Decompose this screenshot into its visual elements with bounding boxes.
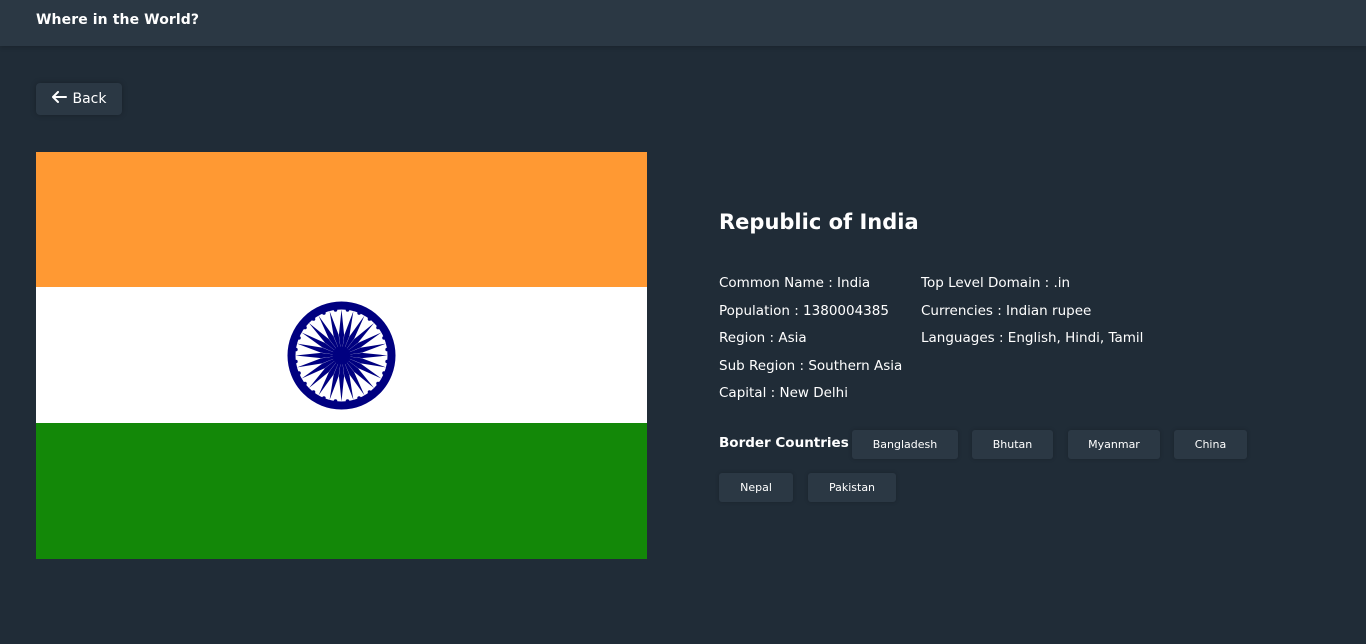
border-country-pakistan[interactable]: Pakistan: [808, 473, 896, 502]
common-name: Common Name : India: [719, 275, 871, 291]
arrow-left-icon: [51, 90, 67, 106]
ashoka-chakra: [287, 301, 396, 410]
sub-region: Sub Region : Southern Asia: [719, 357, 903, 374]
border-country-nepal[interactable]: Nepal: [719, 473, 793, 502]
border-country-bhutan[interactable]: Bhutan: [972, 430, 1053, 459]
country-flag: [36, 152, 647, 559]
border-country-bangladesh[interactable]: Bangladesh: [852, 430, 958, 459]
app-header: Where in the World?: [0, 0, 1366, 46]
border-countries-label: Border Countries :: [719, 435, 859, 451]
border-country-china[interactable]: China: [1174, 430, 1247, 459]
top-level-domain: Top Level Domain : .in: [921, 275, 1071, 291]
flag-image: [36, 152, 647, 559]
border-country-myanmar[interactable]: Myanmar: [1068, 430, 1160, 459]
population: Population : 1380004385: [719, 302, 889, 319]
app-title: Where in the World?: [36, 12, 200, 28]
languages: Languages : English, Hindi, Tamil: [921, 330, 1144, 346]
back-button[interactable]: Back: [36, 83, 122, 115]
country-name: Republic of India: [719, 210, 919, 234]
details-left-column: Common Name : India Population : 1380004…: [719, 270, 902, 408]
region: Region : Asia: [719, 330, 807, 346]
details-right-column: Top Level Domain : .in Currencies : Indi…: [921, 270, 1143, 353]
currencies: Currencies : Indian rupee: [921, 302, 1092, 319]
capital: Capital : New Delhi: [719, 385, 848, 401]
back-button-label: Back: [72, 91, 107, 107]
